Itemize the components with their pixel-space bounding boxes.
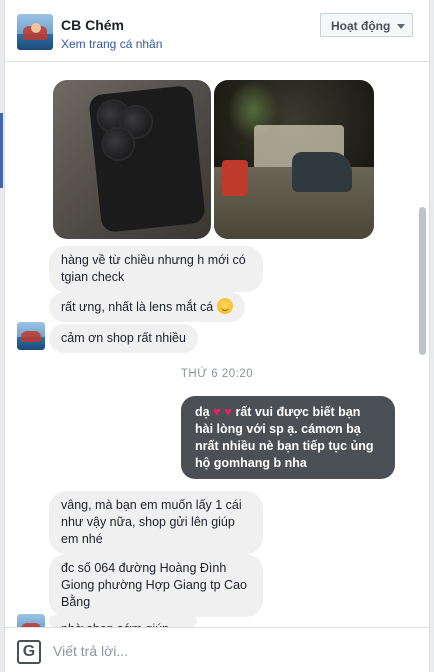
scrollbar[interactable] — [419, 207, 426, 355]
message-incoming: rất ưng, nhất là lens mắt cá — [49, 292, 245, 322]
heart-icon: ♥ — [224, 404, 232, 419]
message-incoming: vâng, mà bạn em muốn lấy 1 cái như vậy n… — [49, 491, 263, 554]
smile-emoji-icon — [216, 298, 233, 314]
left-accent-strip — [0, 113, 3, 188]
chat-header: CB Chém Xem trang cá nhân Hoạt động — [5, 0, 429, 62]
message-text: rất vui được biết bạn hài lòng với sp ạ.… — [195, 405, 374, 470]
reply-input[interactable] — [53, 638, 413, 664]
message-outgoing: dạ ♥ ♥ rất vui được biết bạn hài lòng vớ… — [181, 396, 395, 479]
message-incoming: đc số 064 đường Hoàng Đình Giong phường … — [49, 554, 263, 617]
message-incoming: cảm ơn shop rất nhiều — [49, 324, 198, 353]
contact-name[interactable]: CB Chém — [61, 17, 124, 33]
contact-avatar[interactable] — [17, 14, 53, 50]
chat-panel: CB Chém Xem trang cá nhân Hoạt động hàng… — [4, 0, 430, 672]
reply-composer: G — [5, 627, 429, 672]
message-text: rất ưng, nhất là lens mắt cá — [61, 300, 214, 314]
message-incoming: nhờ shop sớm giúp em cho — [49, 615, 197, 627]
photo-phone-lens[interactable] — [53, 80, 211, 239]
photo-street-night[interactable] — [214, 80, 374, 239]
contact-avatar-small[interactable] — [17, 322, 45, 350]
message-incoming: hàng về từ chiều nhưng h mới có tgian ch… — [49, 246, 263, 292]
chevron-down-icon — [397, 24, 405, 29]
grammarly-icon[interactable]: G — [17, 640, 41, 664]
status-label: Hoạt động — [331, 19, 391, 33]
status-dropdown[interactable]: Hoạt động — [320, 13, 413, 37]
heart-icon: ♥ — [213, 404, 221, 419]
view-profile-link[interactable]: Xem trang cá nhân — [61, 37, 162, 51]
message-text-prefix: dạ — [195, 405, 210, 419]
message-timestamp: THỨ 6 20:20 — [180, 368, 254, 380]
